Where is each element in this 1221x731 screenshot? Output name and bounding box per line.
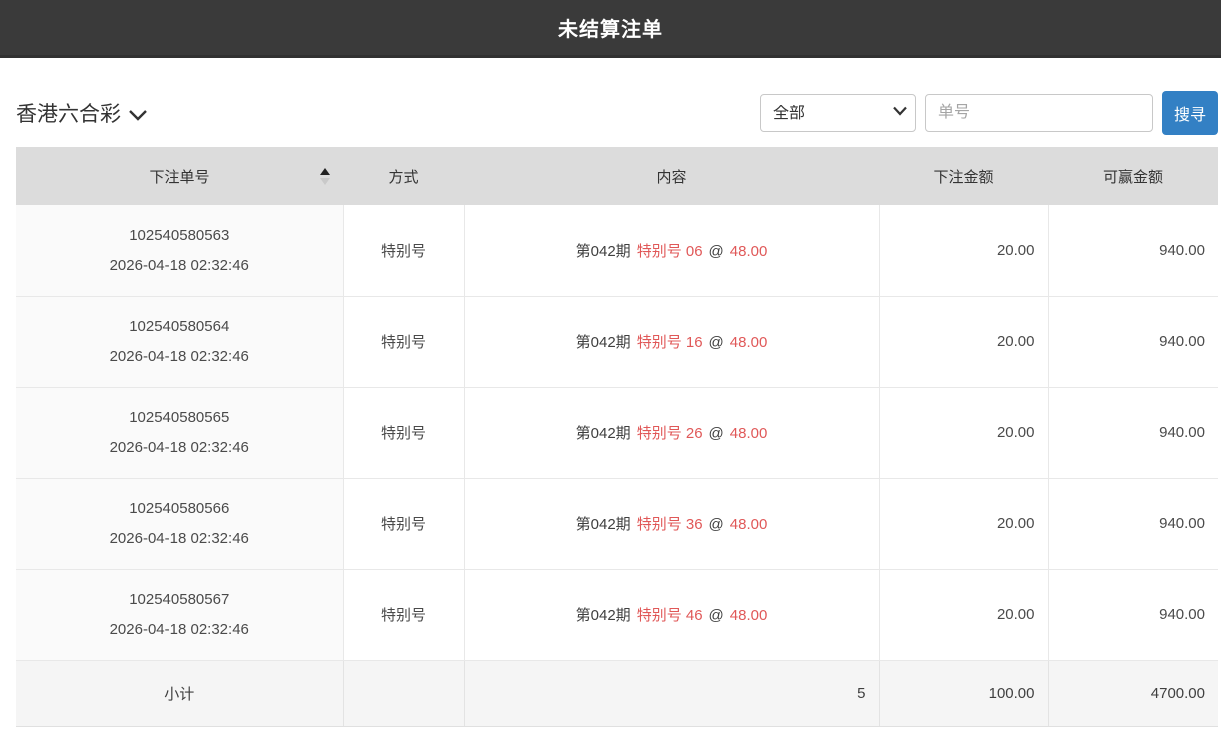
cell-bet-amount: 20.00 bbox=[879, 569, 1048, 660]
search-controls: 全部 搜寻 bbox=[760, 91, 1218, 135]
bets-table: 下注单号 方式 内容 下注金额 可赢金额 102540580563 2026-0… bbox=[16, 147, 1218, 727]
bet-pick: 特别号 26 bbox=[637, 425, 703, 442]
table-row: 102540580563 2026-04-18 02:32:46 特别号 第04… bbox=[16, 205, 1218, 296]
filter-select[interactable]: 全部 bbox=[760, 94, 916, 132]
cell-method: 特别号 bbox=[343, 569, 464, 660]
cell-method: 特别号 bbox=[343, 387, 464, 478]
cell-bet-amount: 20.00 bbox=[879, 478, 1048, 569]
subtotal-label: 小计 bbox=[16, 660, 343, 726]
subtotal-count: 5 bbox=[464, 660, 879, 726]
column-header-order-id-label: 下注单号 bbox=[149, 169, 209, 186]
cell-method: 特别号 bbox=[343, 478, 464, 569]
table-row: 102540580566 2026-04-18 02:32:46 特别号 第04… bbox=[16, 478, 1218, 569]
cell-order: 102540580563 2026-04-18 02:32:46 bbox=[16, 205, 343, 296]
at-sign: @ bbox=[709, 607, 724, 624]
filter-select-wrap: 全部 bbox=[760, 94, 916, 132]
cell-order: 102540580565 2026-04-18 02:32:46 bbox=[16, 387, 343, 478]
order-id: 102540580563 bbox=[16, 227, 343, 244]
cell-method: 特别号 bbox=[343, 205, 464, 296]
issue-label: 第042期 bbox=[576, 243, 631, 260]
subtotal-method-empty bbox=[343, 660, 464, 726]
cell-bet-amount: 20.00 bbox=[879, 387, 1048, 478]
order-search-input[interactable] bbox=[925, 94, 1153, 132]
subtotal-win-amount: 4700.00 bbox=[1048, 660, 1218, 726]
column-header-order-id[interactable]: 下注单号 bbox=[16, 147, 343, 205]
order-id: 102540580566 bbox=[16, 500, 343, 517]
cell-order: 102540580567 2026-04-18 02:32:46 bbox=[16, 569, 343, 660]
column-header-content: 内容 bbox=[464, 147, 879, 205]
page-title: 未结算注单 bbox=[558, 13, 663, 42]
issue-label: 第042期 bbox=[576, 516, 631, 533]
bet-pick: 特别号 16 bbox=[637, 334, 703, 351]
at-sign: @ bbox=[709, 516, 724, 533]
odds-value: 48.00 bbox=[730, 516, 768, 533]
order-id: 102540580565 bbox=[16, 409, 343, 426]
cell-bet-amount: 20.00 bbox=[879, 205, 1048, 296]
cell-win-amount: 940.00 bbox=[1048, 569, 1218, 660]
odds-value: 48.00 bbox=[730, 334, 768, 351]
at-sign: @ bbox=[709, 243, 724, 260]
cell-order: 102540580566 2026-04-18 02:32:46 bbox=[16, 478, 343, 569]
issue-label: 第042期 bbox=[576, 607, 631, 624]
cell-order: 102540580564 2026-04-18 02:32:46 bbox=[16, 296, 343, 387]
cell-win-amount: 940.00 bbox=[1048, 205, 1218, 296]
bet-pick: 特别号 36 bbox=[637, 516, 703, 533]
bet-pick: 特别号 06 bbox=[637, 243, 703, 260]
chevron-down-icon bbox=[129, 109, 147, 121]
cell-win-amount: 940.00 bbox=[1048, 296, 1218, 387]
at-sign: @ bbox=[709, 425, 724, 442]
cell-content: 第042期特别号 26 @48.00 bbox=[464, 387, 879, 478]
cell-content: 第042期特别号 16 @48.00 bbox=[464, 296, 879, 387]
table-row: 102540580564 2026-04-18 02:32:46 特别号 第04… bbox=[16, 296, 1218, 387]
order-time: 2026-04-18 02:32:46 bbox=[16, 257, 343, 274]
table-row: 102540580567 2026-04-18 02:32:46 特别号 第04… bbox=[16, 569, 1218, 660]
cell-content: 第042期特别号 06 @48.00 bbox=[464, 205, 879, 296]
lottery-selector[interactable]: 香港六合彩 bbox=[16, 98, 147, 128]
issue-label: 第042期 bbox=[576, 334, 631, 351]
order-time: 2026-04-18 02:32:46 bbox=[16, 530, 343, 547]
odds-value: 48.00 bbox=[730, 607, 768, 624]
cell-content: 第042期特别号 46 @48.00 bbox=[464, 569, 879, 660]
lottery-name: 香港六合彩 bbox=[16, 98, 121, 128]
sort-icon bbox=[319, 166, 331, 186]
column-header-bet-amount: 下注金额 bbox=[879, 147, 1048, 205]
order-id: 102540580567 bbox=[16, 591, 343, 608]
cell-content: 第042期特别号 36 @48.00 bbox=[464, 478, 879, 569]
order-time: 2026-04-18 02:32:46 bbox=[16, 348, 343, 365]
toolbar: 香港六合彩 全部 搜寻 bbox=[16, 91, 1218, 135]
search-button[interactable]: 搜寻 bbox=[1162, 91, 1218, 135]
issue-label: 第042期 bbox=[576, 425, 631, 442]
column-header-win-amount: 可赢金额 bbox=[1048, 147, 1218, 205]
order-time: 2026-04-18 02:32:46 bbox=[16, 439, 343, 456]
order-id: 102540580564 bbox=[16, 318, 343, 335]
table-header-row: 下注单号 方式 内容 下注金额 可赢金额 bbox=[16, 147, 1218, 205]
order-time: 2026-04-18 02:32:46 bbox=[16, 621, 343, 638]
topbar: 未结算注单 bbox=[0, 0, 1221, 58]
cell-win-amount: 940.00 bbox=[1048, 478, 1218, 569]
subtotal-row: 小计 5 100.00 4700.00 bbox=[16, 660, 1218, 726]
cell-win-amount: 940.00 bbox=[1048, 387, 1218, 478]
at-sign: @ bbox=[709, 334, 724, 351]
subtotal-bet-amount: 100.00 bbox=[879, 660, 1048, 726]
cell-bet-amount: 20.00 bbox=[879, 296, 1048, 387]
column-header-method: 方式 bbox=[343, 147, 464, 205]
odds-value: 48.00 bbox=[730, 425, 768, 442]
table-row: 102540580565 2026-04-18 02:32:46 特别号 第04… bbox=[16, 387, 1218, 478]
bet-pick: 特别号 46 bbox=[637, 607, 703, 624]
odds-value: 48.00 bbox=[730, 243, 768, 260]
cell-method: 特别号 bbox=[343, 296, 464, 387]
